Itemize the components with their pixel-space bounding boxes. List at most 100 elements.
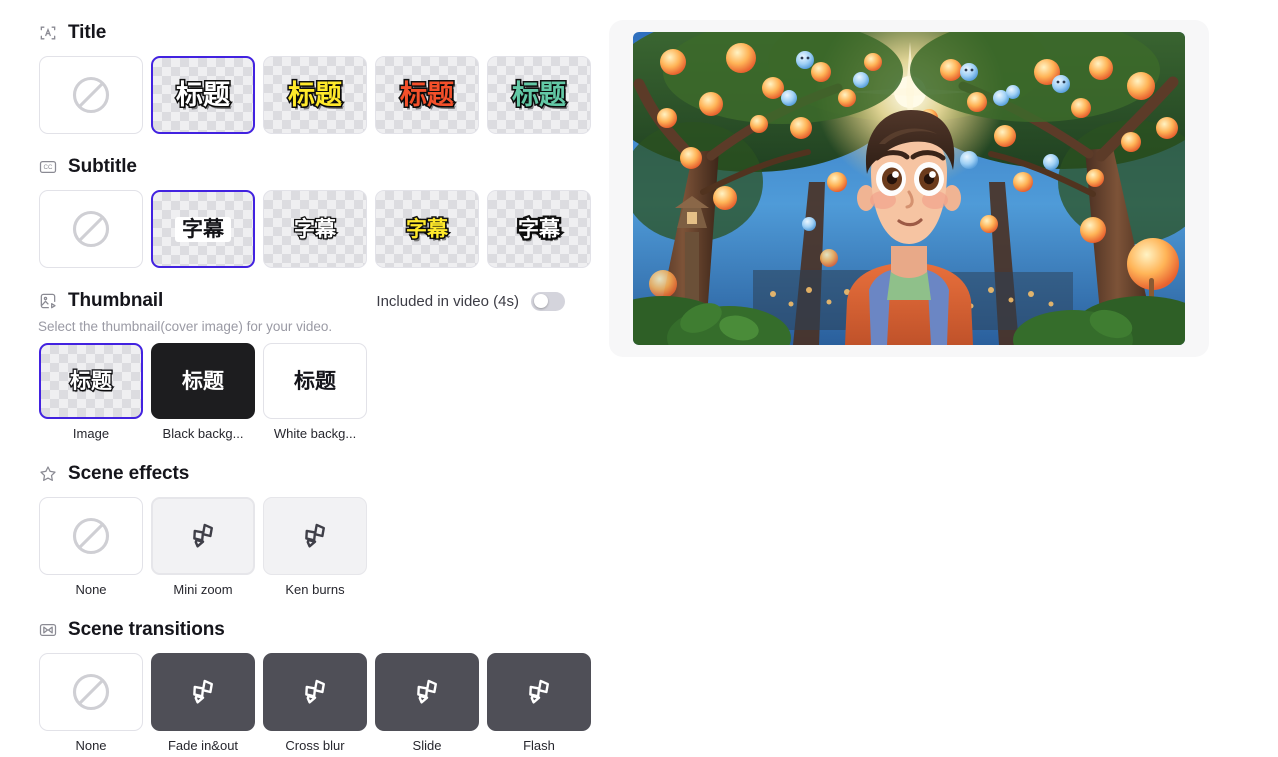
transition-shape-icon — [186, 675, 220, 709]
subtitle-section-header: CC Subtitle — [38, 152, 609, 182]
subtitle-option-white-thick-outline[interactable]: 字幕 — [486, 190, 592, 268]
section-scene-transitions: Scene transitions None Fade in&out Cross… — [38, 615, 609, 753]
scene-effect-option-ken-burns[interactable]: Ken burns — [262, 497, 368, 597]
scene-effects-section-label: Scene effects — [68, 463, 190, 484]
image-play-icon — [38, 291, 58, 311]
preview-panel — [609, 20, 1209, 357]
scene-effect-card-mini-zoom[interactable] — [151, 497, 255, 575]
thumbnail-card-white-background[interactable]: 标题 — [263, 343, 367, 419]
transition-shape-icon — [522, 675, 556, 709]
transition-shape-icon — [298, 675, 332, 709]
subtitle-option-plain-box[interactable]: 字幕 — [150, 190, 256, 268]
scene-transition-option-flash[interactable]: Flash — [486, 653, 592, 753]
no-style-icon — [69, 514, 113, 558]
scene-transition-card-fade-in-out[interactable] — [151, 653, 255, 731]
title-card-red-outline[interactable]: 标题 — [375, 56, 479, 134]
thumbnail-sample-text: 标题 — [69, 368, 114, 393]
thumbnail-option-caption: Black backg... — [162, 426, 244, 441]
subtitle-sample-text: 字幕 — [405, 216, 450, 241]
subtitle-option-none[interactable] — [38, 190, 144, 268]
thumbnail-option-caption: White backg... — [273, 426, 357, 441]
title-sample-text: 标题 — [511, 79, 568, 111]
subtitle-card-plain-box[interactable]: 字幕 — [151, 190, 255, 268]
title-card-green-outline[interactable]: 标题 — [487, 56, 591, 134]
subtitle-sample-text: 字幕 — [175, 216, 231, 242]
scene-transition-caption: Flash — [523, 738, 555, 753]
thumbnail-sample-text: 标题 — [294, 368, 336, 393]
thumbnail-description: Select the thumbnail(cover image) for yo… — [38, 319, 333, 334]
section-scene-effects: Scene effects None Mini zoom Ken burns — [38, 459, 609, 597]
scene-transition-option-fade-in-out[interactable]: Fade in&out — [150, 653, 256, 753]
video-preview[interactable] — [633, 32, 1185, 345]
title-sample-text: 标题 — [287, 79, 344, 111]
scene-transitions-section-label: Scene transitions — [68, 619, 225, 640]
svg-text:CC: CC — [44, 164, 53, 171]
toggle-knob — [533, 294, 548, 308]
thumbnail-sample-text: 标题 — [182, 368, 224, 393]
scene-transitions-section-header: Scene transitions — [38, 615, 609, 645]
title-option-red-outline[interactable]: 标题 — [374, 56, 480, 134]
subtitle-sample-text: 字幕 — [293, 216, 338, 241]
no-style-icon — [69, 73, 113, 117]
title-card-white-outline[interactable]: 标题 — [151, 56, 255, 134]
subtitle-option-white-thin-outline[interactable]: 字幕 — [262, 190, 368, 268]
closed-caption-icon: CC — [38, 157, 58, 177]
scene-transition-option-cross-blur[interactable]: Cross blur — [262, 653, 368, 753]
scene-transition-card-slide[interactable] — [375, 653, 479, 731]
effect-shape-icon — [186, 519, 220, 553]
thumbnail-section-header: Thumbnail Included in video (4s) — [38, 286, 609, 316]
title-option-green-outline[interactable]: 标题 — [486, 56, 592, 134]
section-title: Title 标题 标题 标题 标题 — [38, 18, 609, 134]
transition-icon — [38, 620, 58, 640]
subtitle-section-label: Subtitle — [68, 156, 137, 177]
title-option-yellow-outline[interactable]: 标题 — [262, 56, 368, 134]
thumbnail-option-white-background[interactable]: 标题 White backg... — [262, 343, 368, 441]
thumbnail-section-label: Thumbnail — [68, 290, 164, 311]
effect-shape-icon — [298, 519, 332, 553]
section-subtitle: CC Subtitle 字幕 字幕 字幕 字幕 — [38, 152, 609, 268]
thumbnail-card-image[interactable]: 标题 — [39, 343, 143, 419]
settings-column: Title 标题 标题 标题 标题 CC Subtitle 字幕 字幕 字幕 字… — [0, 0, 609, 757]
preview-illustration — [633, 32, 1185, 345]
scene-transition-option-slide[interactable]: Slide — [374, 653, 480, 753]
scene-transition-card-cross-blur[interactable] — [263, 653, 367, 731]
thumbnail-option-caption: Image — [72, 426, 110, 441]
title-options-row: 标题 标题 标题 标题 — [38, 56, 609, 134]
subtitle-sample-text: 字幕 — [516, 216, 563, 242]
no-style-icon — [69, 670, 113, 714]
scene-transitions-options-row: None Fade in&out Cross blur Slide Flash — [38, 653, 609, 753]
subtitle-card-yellow-outline[interactable]: 字幕 — [375, 190, 479, 268]
scene-effect-card-none[interactable] — [39, 497, 143, 575]
title-option-none[interactable] — [38, 56, 144, 134]
scene-effect-card-ken-burns[interactable] — [263, 497, 367, 575]
settings-page: Title 标题 标题 标题 标题 CC Subtitle 字幕 字幕 字幕 字… — [0, 0, 1278, 757]
scene-transition-option-none[interactable]: None — [38, 653, 144, 753]
transition-shape-icon — [410, 675, 444, 709]
scene-effect-option-mini-zoom[interactable]: Mini zoom — [150, 497, 256, 597]
title-section-header: Title — [38, 18, 609, 48]
scene-transition-card-none[interactable] — [39, 653, 143, 731]
subtitle-card-none[interactable] — [39, 190, 143, 268]
title-option-white-outline[interactable]: 标题 — [150, 56, 256, 134]
thumbnail-included-control: Included in video (4s) — [376, 291, 609, 311]
thumbnail-card-black-background[interactable]: 标题 — [151, 343, 255, 419]
scene-effect-caption: Ken burns — [285, 582, 345, 597]
included-in-video-toggle[interactable] — [531, 291, 565, 311]
thumbnail-option-image[interactable]: 标题 Image — [38, 343, 144, 441]
title-card-none[interactable] — [39, 56, 143, 134]
scene-transition-caption: None — [75, 738, 107, 753]
subtitle-card-white-thin-outline[interactable]: 字幕 — [263, 190, 367, 268]
scene-transition-caption: Cross blur — [285, 738, 345, 753]
scene-effect-option-none[interactable]: None — [38, 497, 144, 597]
star-icon — [38, 464, 58, 484]
subtitle-card-white-thick-outline[interactable]: 字幕 — [487, 190, 591, 268]
included-in-video-label: Included in video (4s) — [376, 292, 519, 310]
scene-transition-caption: Fade in&out — [167, 738, 239, 753]
thumbnail-option-black-background[interactable]: 标题 Black backg... — [150, 343, 256, 441]
thumbnail-options-row: 标题 Image 标题 Black backg... 标题 White back… — [38, 343, 609, 441]
title-card-yellow-outline[interactable]: 标题 — [263, 56, 367, 134]
scene-effect-caption: Mini zoom — [173, 582, 233, 597]
subtitle-option-yellow-outline[interactable]: 字幕 — [374, 190, 480, 268]
scene-transition-card-flash[interactable] — [487, 653, 591, 731]
title-section-label: Title — [68, 22, 107, 43]
